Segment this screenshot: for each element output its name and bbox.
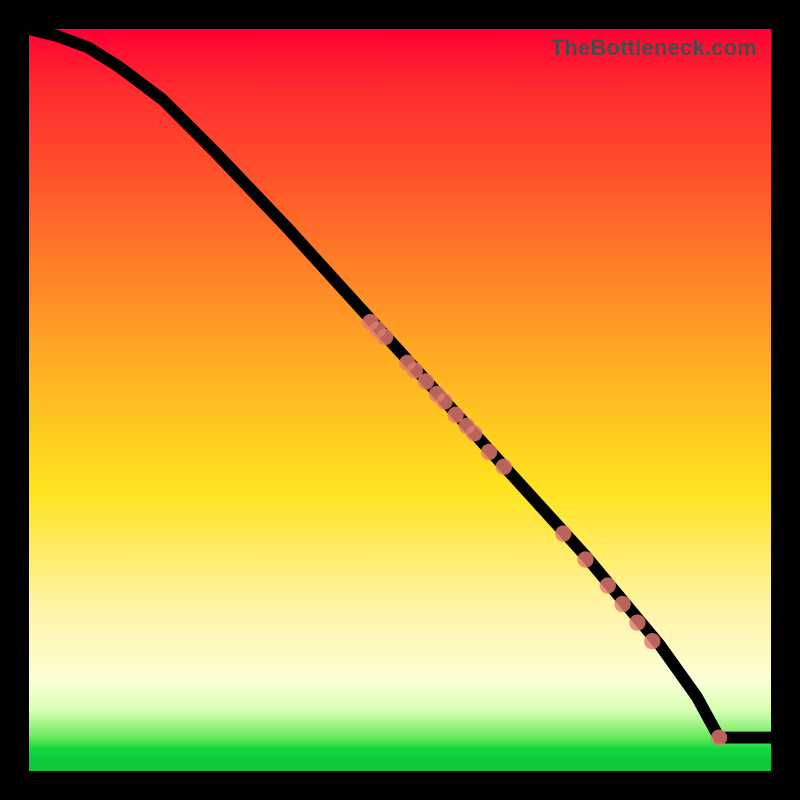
data-point (644, 633, 660, 649)
data-point (629, 614, 645, 630)
data-point (577, 551, 593, 567)
data-point (555, 525, 571, 541)
data-point (481, 444, 497, 460)
data-point (418, 373, 434, 389)
data-point (496, 459, 512, 475)
data-point (436, 393, 452, 409)
data-point (600, 577, 616, 593)
chart-svg (29, 29, 771, 771)
data-point (377, 329, 393, 345)
chart-frame: TheBottleneck.com (0, 0, 800, 800)
data-point (711, 729, 727, 745)
data-point (466, 425, 482, 441)
plot-area: TheBottleneck.com (29, 29, 771, 771)
data-point (614, 596, 630, 612)
bottleneck-curve (29, 29, 771, 738)
